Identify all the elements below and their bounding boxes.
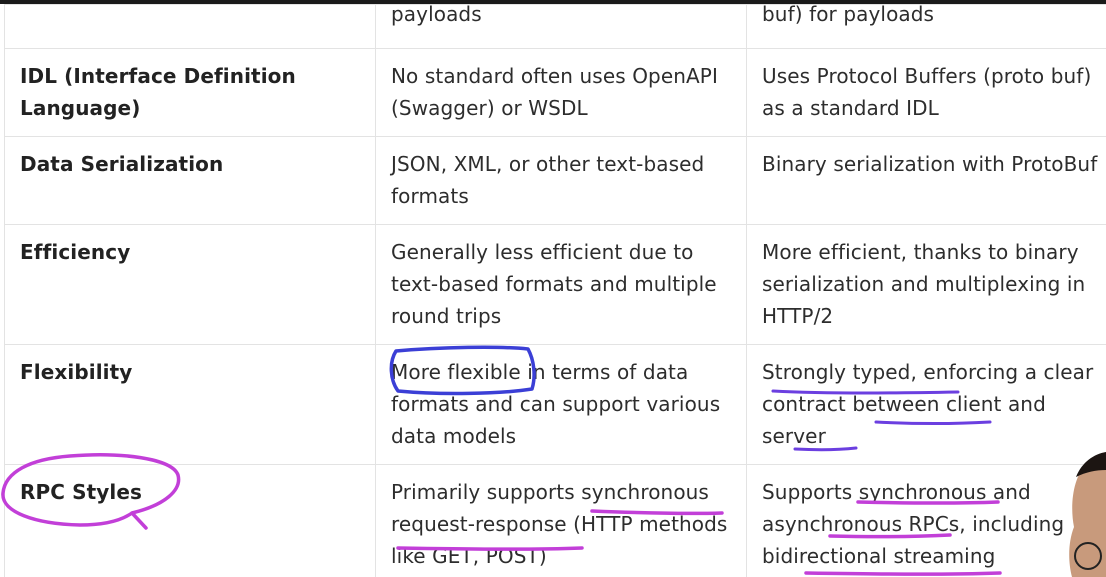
rest-text: JSON, XML, or other text-based formats	[391, 152, 705, 208]
grpc-text: Binary serialization with ProtoBuf	[762, 152, 1098, 176]
grpc-cell: Supports synchronous and asynchronous RP…	[746, 464, 1106, 577]
grpc-cell: Strongly typed, enforcing a clear contra…	[746, 344, 1106, 465]
grpc-text: Strongly typed, enforcing a clear contra…	[762, 360, 1094, 448]
table-row: Efficiency Generally less efficient due …	[4, 224, 1106, 345]
feature-cell	[4, 4, 376, 49]
rest-text: More flexible in terms of data formats a…	[391, 360, 721, 448]
table-row: Flexibility More flexible in terms of da…	[4, 344, 1106, 465]
feature-cell: Efficiency	[4, 224, 376, 345]
table-row: IDL (Interface Definition Language) No s…	[4, 48, 1106, 137]
feature-text: Data Serialization	[20, 152, 224, 176]
rest-cell: Generally less efficient due to text-bas…	[375, 224, 747, 345]
rest-text: Generally less efficient due to text-bas…	[391, 240, 717, 328]
rest-cell: Primarily supports synchronous request-r…	[375, 464, 747, 577]
table-row: payloads buf) for payloads	[4, 4, 1106, 49]
rest-text: Primarily supports synchronous request-r…	[391, 480, 728, 568]
feature-text: Efficiency	[20, 240, 131, 264]
rest-cell: No standard often uses OpenAPI (Swagger)…	[375, 48, 747, 137]
grpc-text: Uses Protocol Buffers (proto buf) as a s…	[762, 64, 1092, 120]
feature-cell: RPC Styles	[4, 464, 376, 577]
rest-cell: JSON, XML, or other text-based formats	[375, 136, 747, 225]
comparison-table: payloads buf) for payloads IDL (Interfac…	[4, 4, 1106, 577]
feature-text: IDL (Interface Definition Language)	[20, 64, 296, 120]
table-row: RPC Styles Primarily supports synchronou…	[4, 464, 1106, 577]
grpc-text: More efficient, thanks to binary seriali…	[762, 240, 1086, 328]
feature-text: Flexibility	[20, 360, 133, 384]
grpc-cell: More efficient, thanks to binary seriali…	[746, 224, 1106, 345]
feature-text: RPC Styles	[20, 480, 143, 504]
feature-cell: Flexibility	[4, 344, 376, 465]
rest-text: No standard often uses OpenAPI (Swagger)…	[391, 64, 718, 120]
rest-cell: payloads	[375, 4, 747, 49]
rest-cell: More flexible in terms of data formats a…	[375, 344, 747, 465]
presenter-avatar	[1069, 452, 1106, 577]
grpc-text: Supports synchronous and asynchronous RP…	[762, 480, 1065, 568]
table-row: Data Serialization JSON, XML, or other t…	[4, 136, 1106, 225]
grpc-cell: Uses Protocol Buffers (proto buf) as a s…	[746, 48, 1106, 137]
grpc-cell: Binary serialization with ProtoBuf	[746, 136, 1106, 225]
feature-cell: IDL (Interface Definition Language)	[4, 48, 376, 137]
feature-cell: Data Serialization	[4, 136, 376, 225]
rest-text: payloads	[391, 4, 482, 27]
grpc-text: buf) for payloads	[762, 4, 935, 27]
grpc-cell: buf) for payloads	[746, 4, 1106, 49]
